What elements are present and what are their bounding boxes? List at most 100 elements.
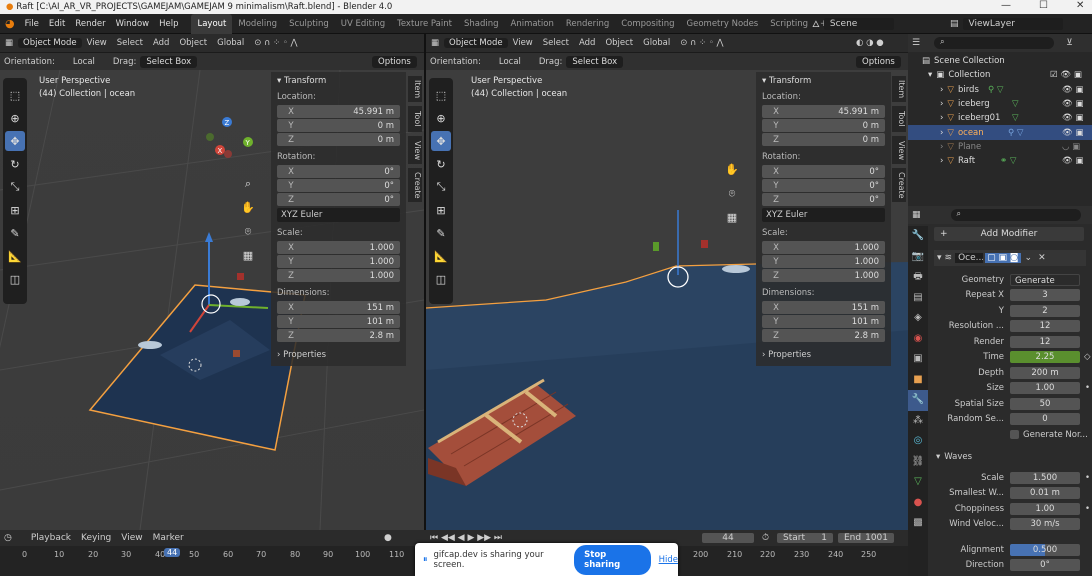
depth-field[interactable]: 200 m	[1010, 366, 1080, 379]
menu-edit[interactable]: Edit	[44, 14, 70, 34]
tab-compositing[interactable]: Compositing	[615, 14, 680, 34]
camera-icon[interactable]: ⌾	[724, 182, 740, 206]
dimensions-y-field[interactable]: Y 101 m	[762, 315, 885, 328]
outliner-scene-collection[interactable]: ▤ Scene Collection	[908, 54, 1092, 68]
start-frame-field[interactable]: Start 1	[777, 533, 833, 543]
rotation-mode-dropdown[interactable]: XYZ Euler	[762, 208, 885, 222]
outliner-type-icon[interactable]: ☰	[912, 38, 920, 48]
random-seed-field[interactable]: 0	[1010, 413, 1080, 426]
outliner-item-iceberg01[interactable]: › ▽ iceberg01 ▽ 👁 ▣	[908, 111, 1092, 125]
location-z-field[interactable]: Z0 m	[277, 133, 400, 146]
view-layer-selector[interactable]: ▤ ViewLayer	[950, 16, 1063, 32]
playback-controls-icons[interactable]: ⏮ ◀◀ ◀ ▶ ▶▶ ⏭	[430, 533, 502, 543]
alignment-slider[interactable]: 0.500	[1010, 543, 1080, 556]
location-x-field[interactable]: X 45.991 m	[277, 105, 400, 118]
properties-type-icon[interactable]: ▦	[912, 210, 921, 220]
particles-tab-icon[interactable]: ⁂	[908, 411, 928, 432]
viewport-right[interactable]: ▦ Object Mode View Select Add Object Glo…	[424, 34, 910, 530]
outliner-item-birds[interactable]: › ▽ birds ⚲ ▽ 👁 ▣	[908, 83, 1092, 97]
menu-view[interactable]: View	[82, 38, 112, 48]
generate-normals-checkbox[interactable]	[1010, 430, 1019, 440]
menu-add[interactable]: Add	[148, 38, 174, 48]
tab-texture-paint[interactable]: Texture Paint	[391, 14, 458, 34]
hide-link[interactable]: Hide	[659, 555, 678, 565]
menu-keying[interactable]: Keying	[76, 533, 116, 543]
view-layer-tab-icon[interactable]: ▤	[908, 288, 928, 309]
scene-selector[interactable]: 🜂 Scene	[812, 16, 894, 32]
time-field[interactable]: 2.25	[1010, 351, 1080, 364]
rotate-tool-icon[interactable]: ↻	[5, 154, 25, 174]
side-tab-create[interactable]: Create	[408, 168, 422, 202]
scale-z-field[interactable]: Z 1.000	[762, 269, 885, 282]
pan-hand-icon[interactable]: ✋	[240, 196, 256, 220]
drag-dropdown[interactable]: Select Box	[140, 55, 198, 68]
annotate-tool-icon[interactable]: ✎	[5, 223, 25, 243]
constraints-tab-icon[interactable]: ⛓	[908, 452, 928, 473]
dimensions-z-field[interactable]: Z 2.8 m	[277, 329, 400, 342]
current-frame-field[interactable]: 44	[702, 533, 754, 543]
modifier-remove-icon[interactable]: ✕	[1038, 253, 1046, 263]
tab-modeling[interactable]: Modeling	[232, 14, 283, 34]
playhead-marker[interactable]: 44	[164, 548, 181, 557]
wind-velocity-field[interactable]: 30 m/s	[1010, 518, 1080, 531]
navigation-gizmo[interactable]: Z Y X	[200, 112, 260, 162]
editor-type-icon[interactable]: ▦	[0, 38, 18, 48]
waves-subpanel[interactable]: ▾ Waves	[930, 450, 1091, 466]
camera-icon[interactable]: ⌾	[240, 220, 256, 244]
properties-subpanel[interactable]: › Properties	[762, 350, 885, 360]
side-tab-tool[interactable]: Tool	[408, 106, 422, 132]
spatial-size-field[interactable]: 50	[1010, 397, 1080, 410]
cursor-tool-icon[interactable]: ⊕	[431, 108, 451, 128]
data-tab-icon[interactable]: ▽	[908, 472, 928, 493]
tab-shading[interactable]: Shading	[458, 14, 505, 34]
maximize-button[interactable]: ☐	[1039, 0, 1048, 11]
location-z-field[interactable]: Z0 m	[762, 133, 885, 146]
menu-window[interactable]: Window	[111, 14, 155, 34]
menu-add[interactable]: Add	[574, 38, 600, 48]
direction-field[interactable]: 0°	[1010, 559, 1080, 572]
grid-icon[interactable]: ▦	[724, 206, 740, 230]
side-tab-create[interactable]: Create	[892, 168, 906, 202]
tab-geometry-nodes[interactable]: Geometry Nodes	[681, 14, 765, 34]
outliner-item-raft[interactable]: › ▽ Raft ⚭ ▽ 👁 ▣	[908, 154, 1092, 168]
menu-view[interactable]: View	[508, 38, 538, 48]
transform-panel-title[interactable]: ▾ Transform	[762, 76, 885, 86]
output-tab-icon[interactable]: 🖶	[908, 267, 928, 288]
tab-rendering[interactable]: Rendering	[560, 14, 615, 34]
options-dropdown[interactable]: Options	[372, 55, 417, 68]
side-tab-item[interactable]: Item	[892, 76, 906, 102]
outliner-item-ocean[interactable]: › ▽ ocean ⚲ ▽ 👁 ▣	[908, 125, 1092, 140]
tab-layout[interactable]: Layout	[191, 13, 233, 34]
blender-menu-icon[interactable]: ◕	[0, 17, 20, 30]
orientation-dropdown[interactable]: Local	[59, 57, 109, 67]
modifier-toggle-icons[interactable]: ▢ ▣ ◙	[985, 253, 1021, 263]
transform-tool-icon[interactable]: ⊞	[431, 200, 451, 220]
tab-animation[interactable]: Animation	[505, 14, 560, 34]
select-box-tool-icon[interactable]: ⬚	[431, 85, 451, 105]
rotation-x-field[interactable]: X 0°	[762, 165, 885, 178]
material-tab-icon[interactable]: ●	[908, 493, 928, 514]
outliner-item-plane[interactable]: › ▽ Plane ◡ ▣	[908, 140, 1092, 154]
smallest-wave-field[interactable]: 0.01 m	[1010, 487, 1080, 500]
close-window-button[interactable]: ✕	[1076, 0, 1084, 11]
modifier-name-field[interactable]: Oce...	[955, 253, 984, 263]
object-mode-dropdown[interactable]: Object Mode	[18, 38, 82, 48]
add-modifier-button[interactable]: + Add Modifier	[934, 227, 1084, 241]
cursor-tool-icon[interactable]: ⊕	[5, 108, 25, 128]
scale-y-field[interactable]: Y 1.000	[762, 255, 885, 268]
location-x-field[interactable]: X 45.991 m	[762, 105, 885, 118]
keyframe-icon[interactable]: ◇	[1084, 352, 1091, 362]
scale-tool-icon[interactable]: ⤡	[5, 177, 25, 197]
shading-icons[interactable]: ◐ ◑ ●	[851, 38, 889, 48]
visibility-icons[interactable]: ☑ 👁 ▣	[1050, 70, 1082, 80]
scene-tab-icon[interactable]: ◈	[908, 308, 928, 329]
zoom-icon[interactable]: ⌕	[240, 172, 256, 196]
annotate-tool-icon[interactable]: ✎	[431, 223, 451, 243]
rotation-y-field[interactable]: Y 0°	[277, 179, 400, 192]
pan-hand-icon[interactable]: ✋	[724, 158, 740, 182]
menu-help[interactable]: Help	[154, 14, 183, 34]
scale-z-field[interactable]: Z 1.000	[277, 269, 400, 282]
visibility-icons[interactable]: 👁 ▣	[1062, 99, 1084, 109]
menu-marker[interactable]: Marker	[148, 533, 189, 543]
outliner-search-input[interactable]: ⌕	[934, 37, 1055, 49]
